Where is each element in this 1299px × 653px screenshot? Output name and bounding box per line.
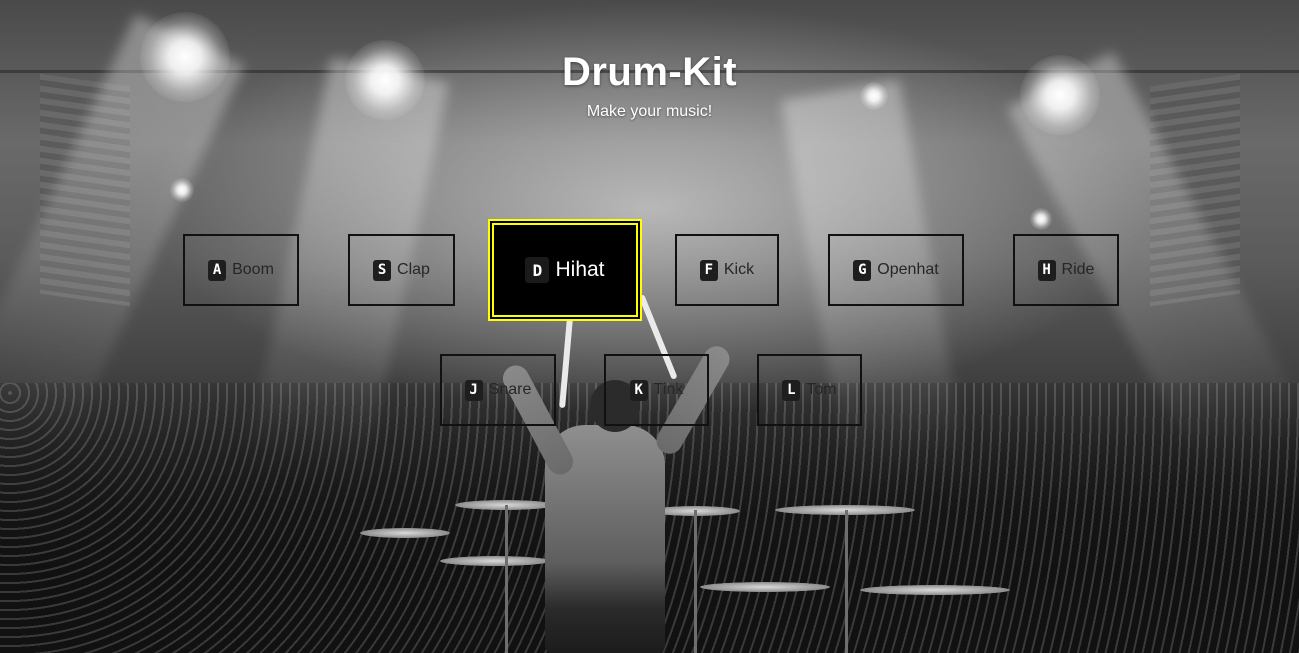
key-letter: A (208, 259, 227, 281)
cymbal-stand (694, 510, 697, 653)
key-sound-label: Ride (1061, 261, 1095, 278)
stage-light (170, 178, 194, 202)
cymbal (440, 556, 550, 566)
stage-light (1030, 208, 1052, 230)
key-sound-label: Boom (232, 261, 274, 278)
key-letter: D (525, 257, 550, 283)
key-letter: H (1037, 259, 1056, 281)
page-subtitle: Make your music! (586, 103, 713, 120)
cymbal-stand (845, 510, 848, 653)
drum-key-snare[interactable]: J Snare (440, 354, 556, 426)
drum-key-tink[interactable]: K Tink (604, 354, 709, 426)
page-title: Drum-Kit (561, 50, 738, 94)
key-letter: S (373, 259, 392, 281)
cymbal (360, 528, 450, 538)
drum-key-ride[interactable]: H Ride (1013, 234, 1119, 306)
key-sound-label: Kick (723, 261, 755, 278)
key-letter: F (699, 259, 718, 281)
key-sound-label: Clap (397, 261, 430, 278)
key-letter: L (782, 379, 801, 401)
key-sound-label: Hihat (555, 258, 605, 281)
header: Drum-Kit Make your music! (0, 48, 1299, 122)
drum-key-tom[interactable]: L Tom (757, 354, 862, 426)
cymbal (860, 585, 1010, 595)
cymbal (700, 582, 830, 592)
drum-key-hihat[interactable]: D Hihat (492, 223, 638, 317)
drum-key-openhat[interactable]: G Openhat (828, 234, 964, 306)
drum-key-clap[interactable]: S Clap (348, 234, 455, 306)
drum-key-kick[interactable]: F Kick (675, 234, 779, 306)
key-sound-label: Openhat (877, 261, 939, 278)
key-sound-label: Tom (806, 381, 837, 398)
key-sound-label: Tink (653, 381, 684, 398)
key-letter: G (853, 259, 872, 281)
key-sound-label: Snare (488, 381, 532, 398)
key-letter: J (464, 379, 483, 401)
drum-key-boom[interactable]: A Boom (183, 234, 299, 306)
cymbal-stand (505, 505, 508, 653)
key-letter: K (629, 379, 648, 401)
